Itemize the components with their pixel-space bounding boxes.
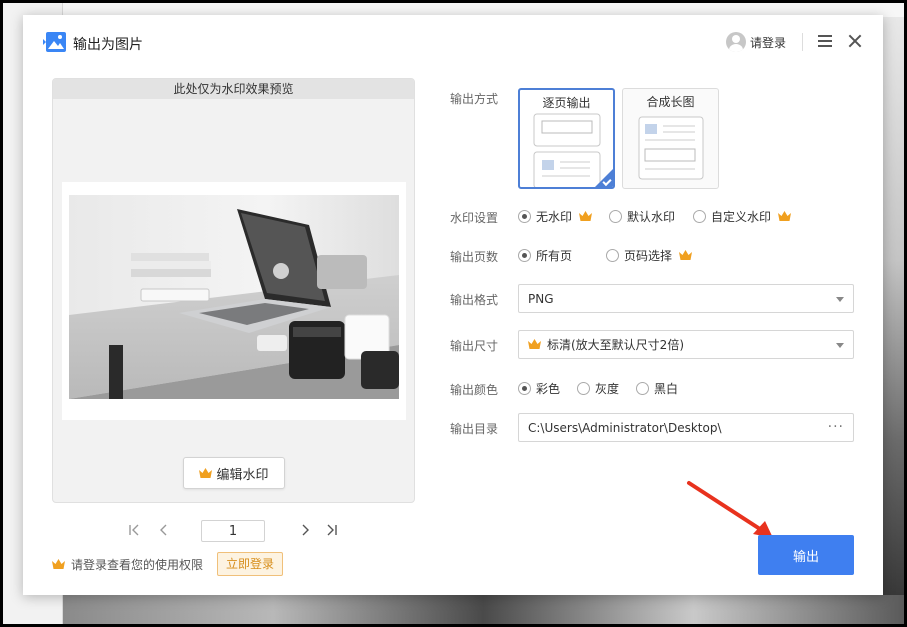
crown-icon	[52, 558, 65, 569]
color-label: 输出颜色	[450, 383, 499, 397]
page-number-input[interactable]	[201, 520, 265, 542]
tip-text: 请登录查看您的使用权限	[71, 557, 204, 572]
option-label: 无水印	[536, 209, 573, 224]
color-options: 彩色 灰度 黑白	[518, 378, 678, 398]
watermark-default-option[interactable]: 默认水印	[609, 208, 675, 225]
format-label: 输出格式	[450, 293, 499, 307]
mode-card-long-image[interactable]: 合成长图	[622, 88, 719, 189]
color-bw-option[interactable]: 黑白	[636, 380, 678, 397]
watermark-none-option[interactable]: 无水印	[518, 208, 593, 225]
size-select[interactable]: 标清(放大至默认尺寸2倍)	[518, 330, 854, 359]
login-tip: 请登录查看您的使用权限 立即登录	[52, 552, 284, 576]
login-link[interactable]: 请登录	[726, 31, 786, 53]
backdrop-bottom	[63, 595, 904, 624]
option-label: 默认水印	[627, 209, 676, 224]
radio-button[interactable]	[577, 381, 591, 395]
login-label: 请登录	[750, 35, 787, 50]
menu-icon[interactable]	[818, 35, 832, 47]
option-label: 黑白	[654, 381, 679, 396]
color-gray-option[interactable]: 灰度	[577, 380, 619, 397]
option-label: 彩色	[536, 381, 561, 396]
radio-button[interactable]	[518, 248, 531, 262]
size-value: 标清(放大至默认尺寸2倍)	[547, 338, 684, 352]
mode-card-title: 合成长图	[646, 95, 695, 109]
export-image-dialog: 输出为图片 请登录 此处仅为水印效果预览 编辑水印 1 请登录查看您的使用权限 …	[23, 15, 883, 595]
directory-label: 输出目录	[450, 422, 499, 436]
crown-icon	[199, 467, 213, 478]
more-icon[interactable]: ···	[828, 420, 844, 434]
radio-button[interactable]	[609, 209, 623, 223]
long-image-illustration	[638, 116, 704, 180]
chevron-down-icon	[836, 297, 844, 302]
last-page-icon[interactable]	[324, 523, 338, 537]
size-label: 输出尺寸	[450, 339, 499, 353]
color-full-option[interactable]: 彩色	[518, 380, 560, 397]
pages-select-option[interactable]: 页码选择	[606, 247, 693, 264]
option-label: 页码选择	[624, 248, 673, 263]
close-icon[interactable]	[847, 33, 863, 49]
radio-button[interactable]	[693, 209, 707, 223]
format-select[interactable]: PNG	[518, 284, 854, 313]
arrow-annotation	[687, 481, 773, 538]
format-value: PNG	[528, 291, 554, 306]
app-image-icon	[43, 32, 66, 52]
watermark-custom-option[interactable]: 自定义水印	[693, 208, 792, 225]
crown-icon	[679, 249, 693, 260]
avatar-icon	[726, 32, 746, 52]
per-page-illustration	[533, 113, 601, 187]
radio-button[interactable]	[606, 248, 620, 262]
radio-button[interactable]	[518, 209, 531, 223]
dialog-titlebar: 输出为图片 请登录	[23, 15, 883, 69]
radio-button[interactable]	[636, 381, 650, 395]
crown-icon	[778, 210, 792, 221]
option-label: 自定义水印	[711, 209, 772, 224]
prev-page-icon[interactable]	[157, 523, 171, 537]
first-page-icon[interactable]	[128, 523, 142, 537]
backdrop-right	[881, 17, 904, 624]
login-now-button[interactable]: 立即登录	[217, 552, 284, 576]
option-label: 所有页	[536, 248, 573, 263]
mode-card-per-page[interactable]: 逐页输出	[518, 88, 615, 189]
output-mode-label: 输出方式	[450, 92, 499, 106]
option-label: 灰度	[595, 381, 620, 396]
preview-page	[62, 182, 406, 420]
crown-icon	[528, 339, 541, 349]
dialog-title: 输出为图片	[73, 37, 143, 53]
preview-photo	[69, 195, 399, 399]
watermark-options: 无水印 默认水印 自定义水印	[518, 206, 792, 226]
pages-label: 输出页数	[450, 250, 499, 264]
next-page-icon[interactable]	[298, 523, 312, 537]
page-navigator	[128, 520, 343, 542]
chevron-down-icon	[836, 343, 844, 348]
mode-card-title: 逐页输出	[542, 96, 591, 110]
directory-value: C:\Users\Administrator\Desktop\	[528, 420, 722, 435]
pages-all-option[interactable]: 所有页	[518, 247, 572, 264]
titlebar-divider	[802, 33, 803, 51]
radio-button[interactable]	[518, 381, 531, 395]
preview-header: 此处仅为水印效果预览	[53, 79, 414, 99]
crown-icon	[579, 210, 593, 221]
watermark-label: 水印设置	[450, 211, 499, 225]
export-button[interactable]: 输出	[758, 535, 854, 575]
edit-watermark-button[interactable]: 编辑水印	[183, 457, 285, 489]
watermark-preview-panel: 此处仅为水印效果预览 编辑水印	[52, 78, 415, 503]
directory-field[interactable]: C:\Users\Administrator\Desktop\ ···	[518, 413, 854, 442]
pages-options: 所有页 页码选择	[518, 245, 693, 265]
edit-watermark-label: 编辑水印	[216, 467, 269, 483]
